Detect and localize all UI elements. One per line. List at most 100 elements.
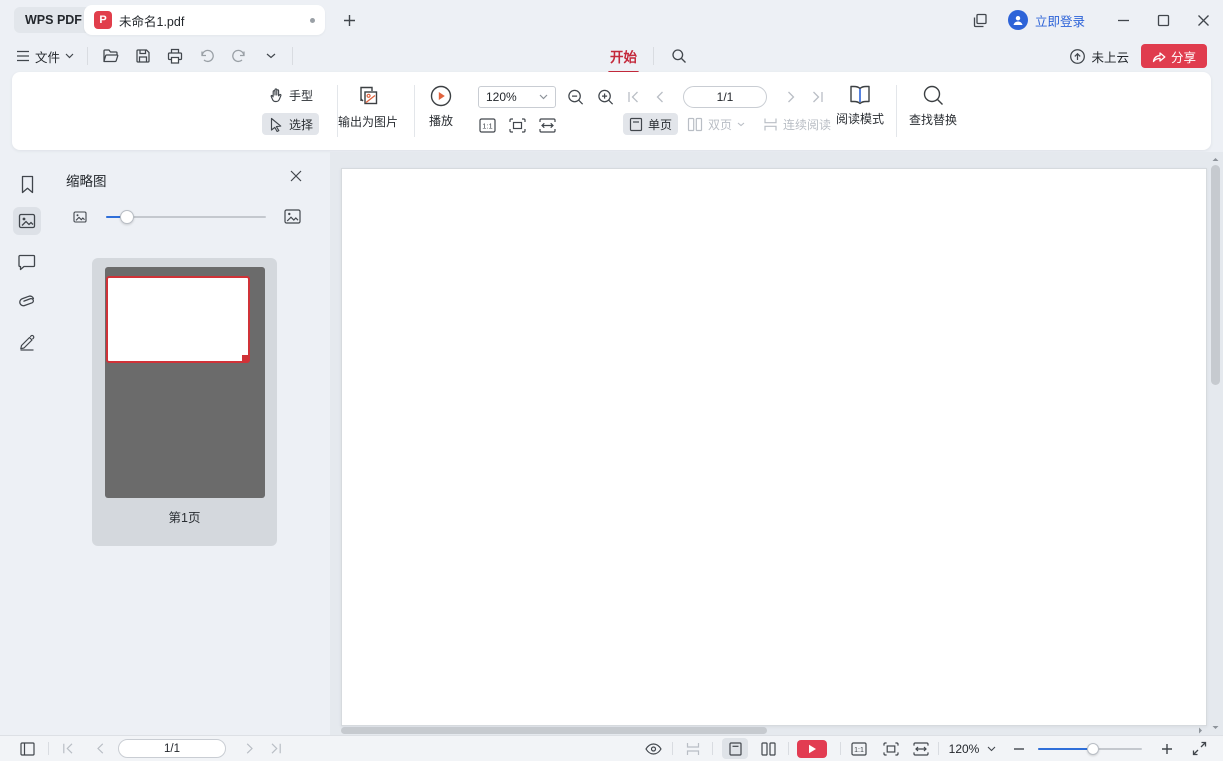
- thumbnail-panel-close-button[interactable]: [285, 165, 307, 187]
- single-page-mode-button[interactable]: 单页: [623, 113, 679, 135]
- find-replace-button[interactable]: 查找替换: [903, 84, 963, 128]
- first-page-button[interactable]: [624, 88, 642, 106]
- save-button[interactable]: [132, 45, 154, 67]
- continuous-reading-button[interactable]: 连续阅读: [757, 113, 837, 135]
- previous-page-button[interactable]: [650, 88, 668, 106]
- sb-single-page-button[interactable]: [722, 738, 748, 759]
- pdf-page[interactable]: [341, 168, 1207, 726]
- sb-zoom-value: 120%: [948, 741, 980, 756]
- zoom-slider-knob[interactable]: [1087, 743, 1099, 755]
- undo-redo-menu-button[interactable]: [260, 45, 282, 67]
- fullscreen-button[interactable]: [1188, 736, 1210, 761]
- two-page-icon: [760, 741, 776, 756]
- minimize-icon: [1117, 19, 1129, 21]
- hand-tool-button[interactable]: 手型: [262, 84, 319, 106]
- viewport-indicator[interactable]: [106, 276, 250, 363]
- search-button[interactable]: [668, 45, 690, 67]
- hand-icon: [270, 88, 282, 103]
- two-page-mode-button[interactable]: 双页: [681, 113, 751, 135]
- page-number-input[interactable]: [683, 86, 767, 108]
- eye-protection-button[interactable]: [642, 736, 664, 761]
- find-replace-label: 查找替换: [908, 113, 957, 127]
- titlebar: WPS PDF P 未命名1.pdf 立即登录: [0, 0, 1223, 40]
- sb-two-page-button[interactable]: [756, 736, 780, 761]
- app-menu-button[interactable]: WPS PDF: [14, 7, 93, 33]
- next-page-button[interactable]: [782, 88, 800, 106]
- cloud-status-button[interactable]: 未上云: [1069, 47, 1129, 66]
- print-button[interactable]: [164, 45, 186, 67]
- read-mode-button[interactable]: 阅读模式: [835, 84, 885, 127]
- sb-fit-page-button[interactable]: [880, 736, 902, 761]
- zoom-in-button[interactable]: [597, 88, 615, 106]
- comments-panel-button[interactable]: [13, 248, 41, 276]
- two-page-label: 双页: [708, 117, 733, 132]
- new-tab-button[interactable]: [340, 11, 358, 29]
- search-icon: [923, 85, 943, 105]
- annotate-panel-button[interactable]: [13, 328, 41, 356]
- vertical-scrollbar[interactable]: [1209, 152, 1222, 735]
- fit-width-button[interactable]: [538, 116, 556, 134]
- viewport-resize-handle[interactable]: [242, 355, 249, 362]
- login-button[interactable]: 立即登录: [1007, 10, 1085, 30]
- zoom-slider[interactable]: [1038, 743, 1142, 755]
- attachments-panel-button[interactable]: [13, 287, 41, 315]
- single-page-label: 单页: [648, 117, 673, 132]
- sb-zoom-level-button[interactable]: 120%: [946, 736, 982, 761]
- scroll-down-arrow[interactable]: [1211, 723, 1220, 732]
- page-thumbnail-shade: [105, 267, 265, 498]
- document-tab[interactable]: P 未命名1.pdf: [84, 5, 325, 35]
- sb-zoom-in-button[interactable]: [1158, 736, 1176, 761]
- thumbnails-panel-button[interactable]: [13, 207, 41, 235]
- continuous-scroll-icon: [686, 742, 700, 755]
- play-presentation-button[interactable]: 播放: [416, 84, 466, 129]
- maximize-button[interactable]: [1143, 0, 1183, 40]
- redo-button[interactable]: [228, 45, 250, 67]
- close-button[interactable]: [1183, 0, 1223, 40]
- export-image-icon: [360, 86, 378, 105]
- slider-knob[interactable]: [120, 210, 134, 224]
- chevron-down-icon: [266, 53, 276, 59]
- zoom-out-button[interactable]: [567, 88, 585, 106]
- horizontal-scrollbar-thumb[interactable]: [341, 727, 767, 734]
- sb-last-page-button[interactable]: [266, 736, 286, 761]
- sidebar-toggle-icon: [19, 741, 35, 756]
- open-file-button[interactable]: [100, 45, 122, 67]
- toggle-sidebar-button[interactable]: [16, 736, 38, 761]
- thumbnail-larger-button[interactable]: [283, 207, 301, 225]
- tab-home[interactable]: 开始: [608, 42, 639, 74]
- tab-list-button[interactable]: [964, 0, 998, 40]
- thumbnail-size-slider[interactable]: [106, 210, 266, 224]
- undo-button[interactable]: [196, 45, 218, 67]
- cloud-upload-icon: [1070, 48, 1086, 64]
- scroll-right-arrow[interactable]: [1196, 726, 1205, 735]
- share-button[interactable]: 分享: [1140, 44, 1207, 68]
- play-circle-icon: [430, 85, 452, 107]
- bookmarks-panel-button[interactable]: [13, 170, 41, 198]
- horizontal-scrollbar[interactable]: [330, 726, 1209, 735]
- sb-actual-size-button[interactable]: 1:1: [848, 736, 870, 761]
- vertical-scrollbar-thumb[interactable]: [1211, 165, 1220, 385]
- sb-next-page-button[interactable]: [240, 736, 260, 761]
- sb-zoom-menu-button[interactable]: [984, 736, 998, 761]
- sb-fit-width-button[interactable]: [910, 736, 932, 761]
- folder-open-icon: [103, 49, 119, 63]
- last-page-button[interactable]: [808, 88, 826, 106]
- file-menu-button[interactable]: 文件: [16, 40, 89, 72]
- sb-zoom-out-button[interactable]: [1010, 736, 1028, 761]
- scroll-up-arrow[interactable]: [1211, 155, 1220, 164]
- fit-page-button[interactable]: [508, 116, 526, 134]
- sb-previous-page-button[interactable]: [90, 736, 110, 761]
- hamburger-icon: [17, 50, 29, 62]
- share-icon: [1152, 51, 1166, 62]
- select-tool-button[interactable]: 选择: [262, 113, 320, 135]
- sb-first-page-button[interactable]: [58, 736, 78, 761]
- sb-play-button[interactable]: [797, 740, 827, 758]
- sb-continuous-reading-button[interactable]: [682, 736, 704, 761]
- sb-page-number-input[interactable]: [118, 739, 226, 758]
- thumbnail-smaller-button[interactable]: [71, 208, 89, 226]
- minimize-button[interactable]: [1103, 0, 1143, 40]
- export-image-button[interactable]: 输出为图片: [332, 83, 404, 130]
- zoom-level-select[interactable]: 120%: [478, 86, 556, 108]
- actual-size-button[interactable]: 1:1: [478, 116, 496, 134]
- page-thumbnail[interactable]: 第1页: [92, 258, 277, 546]
